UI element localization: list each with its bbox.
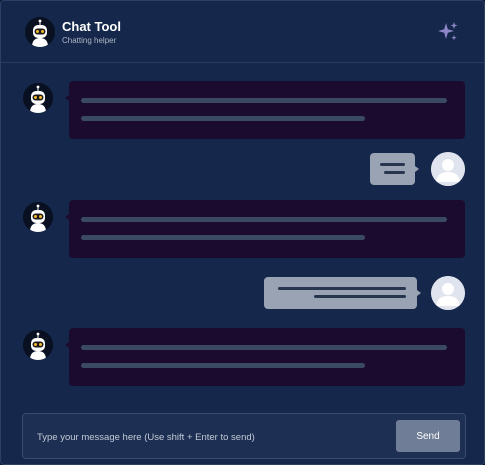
user-message-bubble <box>264 277 421 309</box>
robot-icon <box>23 202 53 232</box>
user-icon <box>431 276 465 310</box>
text-placeholder-line <box>81 363 365 368</box>
text-placeholder-line <box>384 171 405 174</box>
text-placeholder-line <box>278 287 406 290</box>
text-placeholder-line <box>81 235 365 240</box>
text-placeholder-line <box>81 345 447 350</box>
chat-header: Chat Tool Chatting helper <box>1 1 484 63</box>
message-composer: Send <box>22 413 466 459</box>
text-placeholder-line <box>81 116 365 121</box>
text-placeholder-line <box>81 98 447 103</box>
user-icon <box>431 152 465 186</box>
message-input[interactable] <box>37 428 397 446</box>
bot-message-bubble <box>65 328 465 386</box>
user-message-bubble <box>370 153 419 185</box>
text-placeholder-line <box>81 217 447 222</box>
chat-subtitle: Chatting helper <box>62 36 117 45</box>
bot-message-bubble <box>65 200 465 258</box>
robot-icon <box>25 17 55 47</box>
bot-message-bubble <box>65 81 465 139</box>
text-placeholder-line <box>380 163 405 166</box>
chat-window: Chat Tool Chatting helper Type your mess… <box>0 0 485 465</box>
robot-icon <box>23 83 53 113</box>
sparkle-icon[interactable] <box>437 21 459 43</box>
chat-title: Chat Tool <box>62 19 121 34</box>
robot-icon <box>23 330 53 360</box>
text-placeholder-line <box>314 295 406 298</box>
send-button[interactable]: Send <box>396 420 460 452</box>
